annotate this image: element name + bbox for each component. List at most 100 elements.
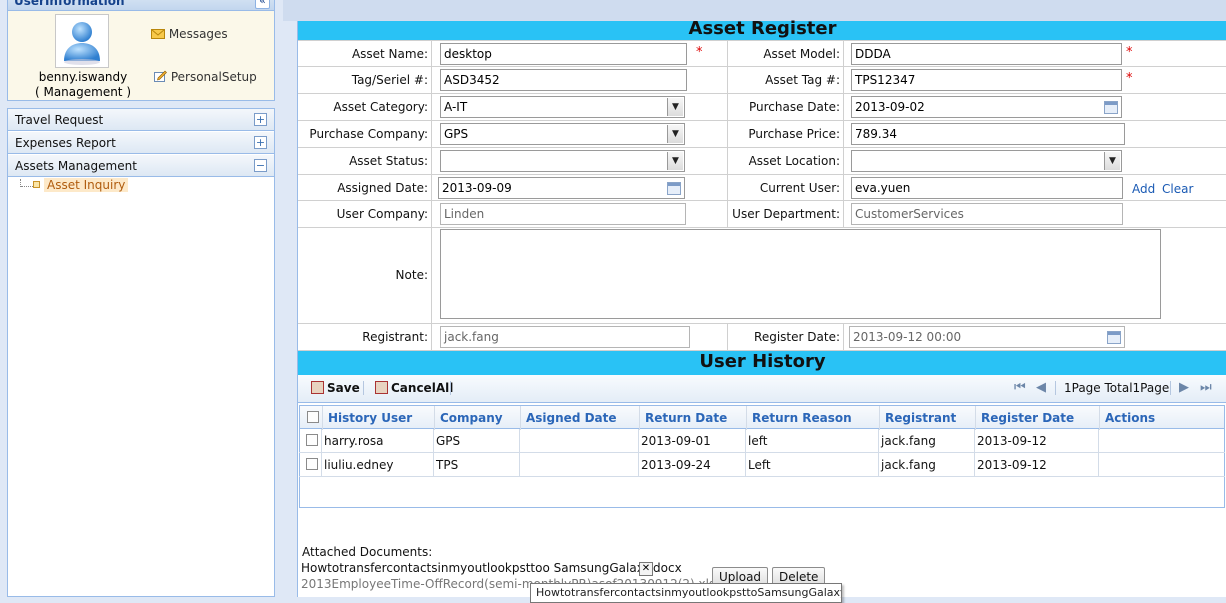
asset-status-select[interactable]: ▼ bbox=[440, 150, 685, 172]
calendar-icon[interactable] bbox=[1107, 331, 1121, 344]
row-checkbox[interactable] bbox=[306, 434, 318, 446]
calendar-icon[interactable] bbox=[1104, 101, 1118, 114]
attachments-label: Attached Documents: bbox=[302, 545, 433, 559]
note-textarea[interactable] bbox=[440, 229, 1161, 319]
history-toolbar: Save CancelAll ⏮ ◀ 1Page Total1Page ▶ ⏭ bbox=[298, 375, 1226, 403]
user-department-input[interactable]: CustomerServices bbox=[851, 203, 1123, 225]
registrant-cell: jack.fang bbox=[881, 434, 936, 448]
messages-link[interactable]: Messages bbox=[151, 27, 228, 41]
personal-setup-link[interactable]: PersonalSetup bbox=[154, 70, 257, 84]
asset-name-input[interactable]: desktop bbox=[440, 43, 687, 65]
nav-label: Assets Management bbox=[15, 159, 137, 173]
table-row[interactable]: liuliu.edney TPS 2013-09-24 Left jack.fa… bbox=[299, 453, 1225, 477]
asset-tag-input[interactable]: TPS12347 bbox=[851, 69, 1122, 91]
form-row: Registrant: jack.fang Register Date: 201… bbox=[298, 324, 1226, 351]
add-user-link[interactable]: Add bbox=[1132, 182, 1155, 196]
asset-name-label: Asset Name: bbox=[351, 47, 428, 61]
left-panel: UserInformation « Messages PersonalSetup… bbox=[7, 0, 275, 597]
attachment-file-link[interactable]: Howtotransfercontactsinmyoutlookpsttoo S… bbox=[301, 561, 682, 575]
assigned-date-input[interactable]: 2013-09-09 bbox=[438, 177, 685, 199]
toolbar-separator bbox=[1055, 381, 1056, 395]
current-user-label: Current User: bbox=[759, 181, 840, 195]
required-mark: * bbox=[696, 45, 703, 60]
history-user-cell: liuliu.edney bbox=[324, 458, 394, 472]
double-chevron-left-icon[interactable]: « bbox=[255, 0, 270, 9]
user-avatar-icon bbox=[64, 22, 100, 65]
asset-category-value: A-IT bbox=[444, 100, 468, 114]
required-mark: * bbox=[1126, 71, 1133, 86]
current-user-input[interactable]: eva.yuen bbox=[851, 177, 1123, 199]
paging-text: 1Page Total1Page bbox=[1064, 381, 1170, 395]
nav-assets-management[interactable]: Assets Management − bbox=[8, 155, 274, 177]
purchase-date-value: 2013-09-02 bbox=[855, 100, 925, 114]
register-date-input[interactable]: 2013-09-12 00:00 bbox=[849, 326, 1125, 348]
purchase-company-value: GPS bbox=[444, 127, 469, 141]
purchase-company-select[interactable]: GPS ▼ bbox=[440, 123, 685, 145]
asset-model-input[interactable]: DDDA bbox=[851, 43, 1122, 65]
remove-file-icon[interactable]: ✕ bbox=[639, 562, 653, 576]
note-label: Note: bbox=[395, 268, 428, 282]
nav-asset-inquiry[interactable]: Asset Inquiry bbox=[44, 178, 129, 192]
registrant-label: Registrant: bbox=[362, 330, 428, 344]
dropdown-arrow-icon[interactable]: ▼ bbox=[667, 98, 683, 116]
register-date-cell: 2013-09-12 bbox=[977, 434, 1047, 448]
row-checkbox[interactable] bbox=[306, 458, 318, 470]
column-header[interactable]: Company bbox=[440, 411, 503, 425]
dropdown-arrow-icon[interactable]: ▼ bbox=[667, 125, 683, 143]
column-header[interactable]: Register Date bbox=[981, 411, 1074, 425]
nav-travel-request[interactable]: Travel Request + bbox=[8, 109, 274, 131]
calendar-icon[interactable] bbox=[667, 182, 681, 195]
clear-user-link[interactable]: Clear bbox=[1162, 182, 1193, 196]
form-row: Note: bbox=[298, 228, 1226, 324]
form-row: User Company: Linden User Department: Cu… bbox=[298, 201, 1226, 228]
asset-location-select[interactable]: ▼ bbox=[851, 150, 1122, 172]
user-info-header: UserInformation « bbox=[8, 0, 274, 11]
form-row: Asset Category: A-IT ▼ Purchase Date: 20… bbox=[298, 94, 1226, 121]
next-page-icon[interactable]: ▶ bbox=[1179, 380, 1189, 395]
return-date-cell: 2013-09-24 bbox=[641, 458, 711, 472]
column-header[interactable]: Return Date bbox=[645, 411, 727, 425]
asset-location-label: Asset Location: bbox=[748, 154, 840, 168]
dropdown-arrow-icon[interactable]: ▼ bbox=[1104, 152, 1120, 170]
registrant-input[interactable]: jack.fang bbox=[440, 326, 690, 348]
required-mark: * bbox=[1126, 45, 1133, 60]
expand-icon[interactable]: + bbox=[254, 136, 267, 149]
column-header[interactable]: History User bbox=[328, 411, 412, 425]
column-header[interactable]: Registrant bbox=[885, 411, 956, 425]
company-cell: GPS bbox=[436, 434, 461, 448]
column-header[interactable]: Return Reason bbox=[752, 411, 852, 425]
purchase-company-label: Purchase Company: bbox=[309, 127, 428, 141]
column-header[interactable]: Actions bbox=[1105, 411, 1155, 425]
column-header[interactable]: Asigned Date bbox=[526, 411, 617, 425]
purchase-price-input[interactable]: 789.34 bbox=[851, 123, 1125, 145]
save-icon bbox=[311, 381, 324, 394]
form-row: Tag/Seriel #: ASD3452 Asset Tag #: TPS12… bbox=[298, 67, 1226, 94]
user-department-label: User Department: bbox=[732, 207, 840, 221]
user-role: ( Management ) bbox=[34, 85, 132, 99]
tag-serial-input[interactable]: ASD3452 bbox=[440, 69, 687, 91]
prev-page-icon[interactable]: ◀ bbox=[1036, 380, 1046, 395]
last-page-icon[interactable]: ⏭ bbox=[1200, 380, 1212, 395]
company-cell: TPS bbox=[436, 458, 459, 472]
envelope-icon bbox=[151, 29, 165, 39]
history-user-cell: harry.rosa bbox=[324, 434, 384, 448]
expand-icon[interactable]: + bbox=[254, 113, 267, 126]
asset-category-select[interactable]: A-IT ▼ bbox=[440, 96, 685, 118]
select-all-checkbox[interactable] bbox=[307, 411, 319, 423]
history-title: User History bbox=[298, 351, 1226, 375]
user-company-input[interactable]: Linden bbox=[440, 203, 686, 225]
collapse-icon[interactable]: − bbox=[254, 159, 267, 172]
purchase-date-input[interactable]: 2013-09-02 bbox=[851, 96, 1122, 118]
register-date-label: Register Date: bbox=[754, 330, 840, 344]
cancel-all-button[interactable]: CancelAll bbox=[375, 381, 453, 395]
nav-expenses-report[interactable]: Expenses Report + bbox=[8, 132, 274, 154]
return-reason-cell: left bbox=[748, 434, 768, 448]
dropdown-arrow-icon[interactable]: ▼ bbox=[667, 152, 683, 170]
table-row[interactable]: harry.rosa GPS 2013-09-01 left jack.fang… bbox=[299, 429, 1225, 453]
personal-setup-label: PersonalSetup bbox=[170, 70, 257, 84]
tree-leaf-icon bbox=[33, 181, 40, 188]
first-page-icon[interactable]: ⏮ bbox=[1014, 380, 1026, 395]
navigation-panel: Travel Request + Expenses Report + Asset… bbox=[7, 108, 275, 597]
asset-status-label: Asset Status: bbox=[349, 154, 428, 168]
save-button[interactable]: Save bbox=[311, 381, 360, 395]
